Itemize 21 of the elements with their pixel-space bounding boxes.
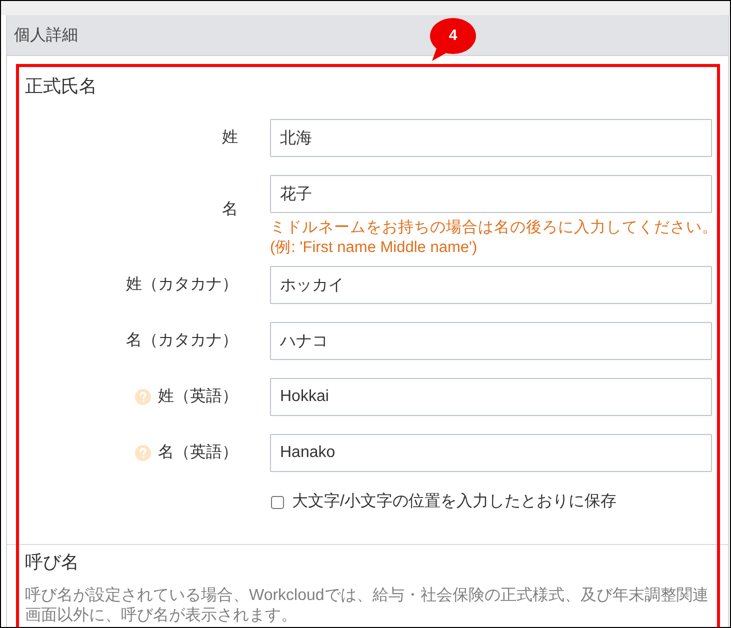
text-field[interactable]: 北海 — [270, 119, 712, 157]
help-icon[interactable] — [135, 389, 151, 405]
section-heading: 呼び名 — [25, 551, 79, 574]
field-label: 姓（カタカナ） — [126, 275, 238, 295]
text-field[interactable]: 花子 — [270, 175, 712, 213]
text-field[interactable]: Hanako — [270, 434, 712, 472]
field-label: 姓（英語） — [158, 386, 238, 407]
field-label: 名（カタカナ） — [126, 331, 238, 351]
hint-text: ミドルネームをお持ちの場合は名の後ろに入力してください。 — [270, 218, 718, 238]
hint-text: (例: 'First name Middle name') — [270, 238, 478, 258]
field-label: 名（英語） — [158, 442, 238, 463]
section-heading: 正式氏名 — [25, 75, 97, 98]
description-text: 呼び名が設定されている場合、Workcloudでは、給与・社会保険の正式様式、及び年末調整関連画面以外に、呼び名が表示されます。 — [25, 586, 710, 626]
help-icon[interactable] — [135, 445, 151, 461]
checkbox-label[interactable]: 大文字/小文字の位置を入力したとおりに保存 — [292, 491, 616, 513]
field-label: 姓 — [222, 128, 238, 148]
checkbox[interactable] — [271, 496, 284, 508]
text-field[interactable]: Hokkai — [270, 378, 712, 416]
text-field[interactable]: ハナコ — [270, 322, 712, 360]
field-label: 名 — [222, 200, 238, 220]
text-field[interactable]: ホッカイ — [270, 266, 712, 304]
